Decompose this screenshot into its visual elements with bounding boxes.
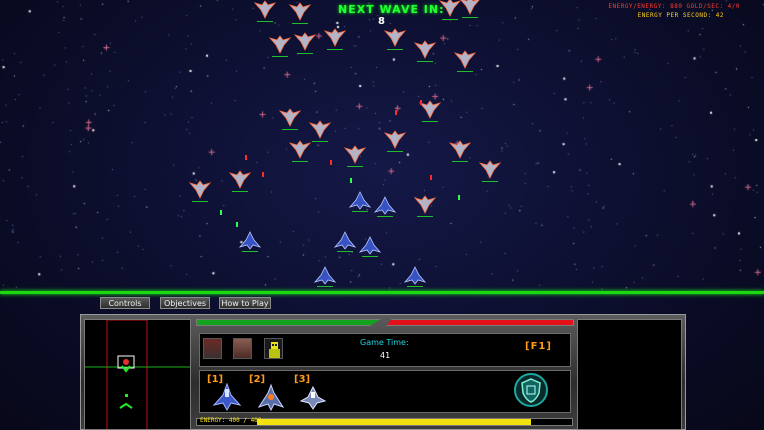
laser-shot xyxy=(236,222,238,227)
enemy-ship xyxy=(278,108,302,127)
ship-health-bar xyxy=(272,56,288,57)
laser-shot xyxy=(220,210,222,215)
cruiser-ship-icon[interactable] xyxy=(256,383,286,412)
game-time-value: 41 xyxy=(380,351,391,360)
yellow-robot-icon[interactable] xyxy=(264,338,283,359)
ship-health-bar xyxy=(387,49,403,50)
laser-shot xyxy=(350,178,352,183)
laser-shot xyxy=(395,110,397,115)
tab-controls[interactable]: Controls xyxy=(100,297,150,309)
minimap[interactable] xyxy=(84,319,191,430)
ship-health-bar xyxy=(337,251,353,252)
unit-portrait-display xyxy=(577,319,682,430)
laser-shot xyxy=(245,155,247,160)
battlefield-layer xyxy=(188,0,502,287)
ship-health-bar xyxy=(452,161,468,162)
ship-health-bar xyxy=(282,129,298,130)
ship-health-bar xyxy=(257,21,273,22)
energy-bar-fill xyxy=(257,419,531,425)
ship-health-bar xyxy=(327,49,343,50)
next-wave-label: NEXT WAVE IN: xyxy=(338,3,445,16)
allied-ship xyxy=(333,231,357,250)
allied-ship xyxy=(358,236,382,255)
ship-health-bar xyxy=(442,19,458,20)
enemy-ship xyxy=(413,40,437,59)
ship-health-bar xyxy=(387,151,403,152)
cargo-crate-icon[interactable] xyxy=(203,338,222,359)
ship-health-bar xyxy=(292,23,308,24)
ship-health-bar xyxy=(352,211,368,212)
enemy-ship xyxy=(460,0,480,15)
laser-shot xyxy=(330,160,332,165)
enemy-ship xyxy=(418,100,442,119)
player-health-bar xyxy=(196,319,381,326)
allied-ship xyxy=(313,266,337,285)
ship-health-bar xyxy=(377,216,393,217)
laser-shot xyxy=(430,175,432,180)
enemy-ship xyxy=(288,140,312,159)
ship-health-bar xyxy=(407,286,423,287)
ship-health-bar xyxy=(317,286,333,287)
defense-line xyxy=(0,291,764,294)
enemy-ship xyxy=(453,50,477,69)
enemy-ship xyxy=(448,140,472,159)
ship-health-bar xyxy=(292,161,308,162)
ship-health-bar xyxy=(482,181,498,182)
ship-health-bar xyxy=(417,61,433,62)
game-time-label: Game Time: xyxy=(360,338,409,347)
allied-ship xyxy=(373,196,397,215)
armor-plate-icon[interactable] xyxy=(233,338,252,359)
tab-how-to-play[interactable]: How to Play xyxy=(219,297,271,309)
ship-health-bar xyxy=(362,256,378,257)
enemy-ship xyxy=(308,120,332,139)
enemy-ship xyxy=(268,35,292,54)
hotkey-f1-label: [F1] xyxy=(525,341,552,352)
allied-ship xyxy=(403,266,427,285)
enemy-ship xyxy=(383,28,407,47)
ship-health-bar xyxy=(422,121,438,122)
ship-health-bar xyxy=(192,201,208,202)
allied-ship xyxy=(238,231,262,250)
allied-ship xyxy=(348,191,372,210)
enemy-ship xyxy=(253,0,277,19)
enemy-ship xyxy=(293,32,317,51)
ship-health-bar xyxy=(312,141,328,142)
enemy-ship xyxy=(288,2,312,21)
shield-icon[interactable] xyxy=(514,371,548,409)
ship-health-bar xyxy=(462,17,478,18)
fighter-ship-icon[interactable] xyxy=(212,382,242,412)
resource-stats: ENERGY/ENERGY: 880 GOLD/SEC: 4/0 xyxy=(608,3,740,10)
tab-objectives[interactable]: Objectives xyxy=(160,297,210,309)
ship-health-bar xyxy=(297,53,313,54)
enemy-ship xyxy=(413,195,437,214)
enemy-ship xyxy=(343,145,367,164)
ship-health-bar xyxy=(457,71,473,72)
ship-health-bar xyxy=(347,166,363,167)
next-wave-countdown: 8 xyxy=(378,16,385,27)
energy-label: ENERGY: 400 / 400 xyxy=(200,417,262,424)
laser-shot xyxy=(262,172,264,177)
ship-health-bar xyxy=(232,191,248,192)
scout-ship-icon[interactable] xyxy=(298,383,328,411)
laser-shot xyxy=(420,100,422,105)
energy-per-second: ENERGY PER SECOND: 42 xyxy=(637,12,724,19)
enemy-ship xyxy=(383,130,407,149)
enemy-ship xyxy=(478,160,502,179)
ship-health-bar xyxy=(242,251,258,252)
minimap-view xyxy=(85,320,190,429)
enemy-ship xyxy=(323,28,347,47)
enemy-ship xyxy=(188,180,212,199)
ship-health-bar xyxy=(417,216,433,217)
laser-shot xyxy=(458,195,460,200)
enemy-ship xyxy=(228,170,252,189)
enemy-health-bar xyxy=(386,319,574,326)
